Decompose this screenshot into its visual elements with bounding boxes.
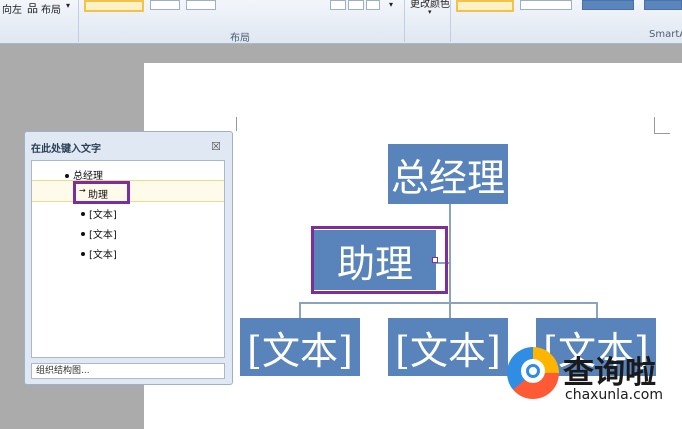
list-item-text[interactable]: [文本] [89, 206, 117, 221]
connector-line [299, 302, 597, 304]
bullet-icon [81, 252, 85, 256]
text-pane: 在此处键入文字 ☒ 总经理 → 助理 [文本] [文本] [文本] 组织结构图.… [24, 131, 233, 385]
gallery-more-icon[interactable]: ▾ [389, 0, 393, 9]
text-pane-title: 在此处键入文字 [31, 144, 101, 155]
ribbon-separator [404, 0, 405, 42]
ribbon: 向左 品 布局 ▾ ▾ 布局 更改颜色 ▾ SmartArt [0, 0, 682, 44]
bullet-icon [81, 212, 85, 216]
list-item-text[interactable]: [文本] [89, 226, 117, 241]
connector-line [299, 302, 301, 318]
layout-gallery-item[interactable] [186, 0, 216, 10]
style-gallery-item[interactable] [582, 0, 634, 10]
crop-mark [236, 117, 237, 131]
connector-line [596, 302, 598, 318]
smartart-group-label: SmartArt [649, 29, 682, 40]
ribbon-separator [78, 0, 79, 42]
layout-button[interactable]: 布局 [41, 1, 61, 16]
change-colors-dropdown-icon[interactable]: ▾ [428, 8, 432, 16]
shape-subordinate-2[interactable]: [文本] [388, 318, 508, 376]
assistant-highlight-frame [73, 181, 130, 204]
right-to-left-button[interactable]: 向左 [2, 1, 22, 16]
close-icon[interactable]: ☒ [211, 140, 221, 153]
shape-subordinate-1[interactable]: [文本] [240, 318, 360, 376]
layout-gallery-item-selected[interactable] [84, 0, 144, 12]
shape-top-manager[interactable]: 总经理 [388, 144, 508, 204]
layout-gallery-item[interactable] [330, 0, 346, 10]
connector-line [449, 302, 451, 318]
layout-group-label: 布局 [230, 33, 250, 44]
ribbon-separator [450, 0, 451, 42]
logo-icon [507, 347, 559, 399]
layout-dropdown-icon[interactable]: ▾ [66, 1, 70, 10]
text-pane-footer[interactable]: 组织结构图... [31, 363, 225, 379]
bullet-icon [81, 232, 85, 236]
watermark-name: 查询啦 [563, 355, 656, 391]
connector-line [449, 204, 451, 304]
style-gallery-item[interactable] [520, 0, 572, 10]
layout-gallery-item[interactable] [150, 0, 180, 10]
style-gallery-item[interactable] [644, 0, 682, 10]
list-item-manager[interactable]: 总经理 [73, 167, 103, 182]
style-gallery-item-selected[interactable] [456, 0, 514, 12]
layout-gallery-item[interactable] [366, 0, 380, 10]
crop-mark [654, 133, 670, 134]
list-item-text[interactable]: [文本] [89, 246, 117, 261]
bullet-icon [65, 174, 69, 178]
text-pane-list[interactable]: 总经理 → 助理 [文本] [文本] [文本] [31, 160, 225, 358]
watermark-url: chaxunla.com [565, 387, 663, 403]
resize-handle[interactable] [432, 257, 438, 263]
assistant-selection-frame [311, 226, 448, 294]
layout-gallery-item[interactable] [348, 0, 364, 10]
crop-mark [654, 117, 655, 133]
layout-icon: 品 [27, 2, 38, 15]
